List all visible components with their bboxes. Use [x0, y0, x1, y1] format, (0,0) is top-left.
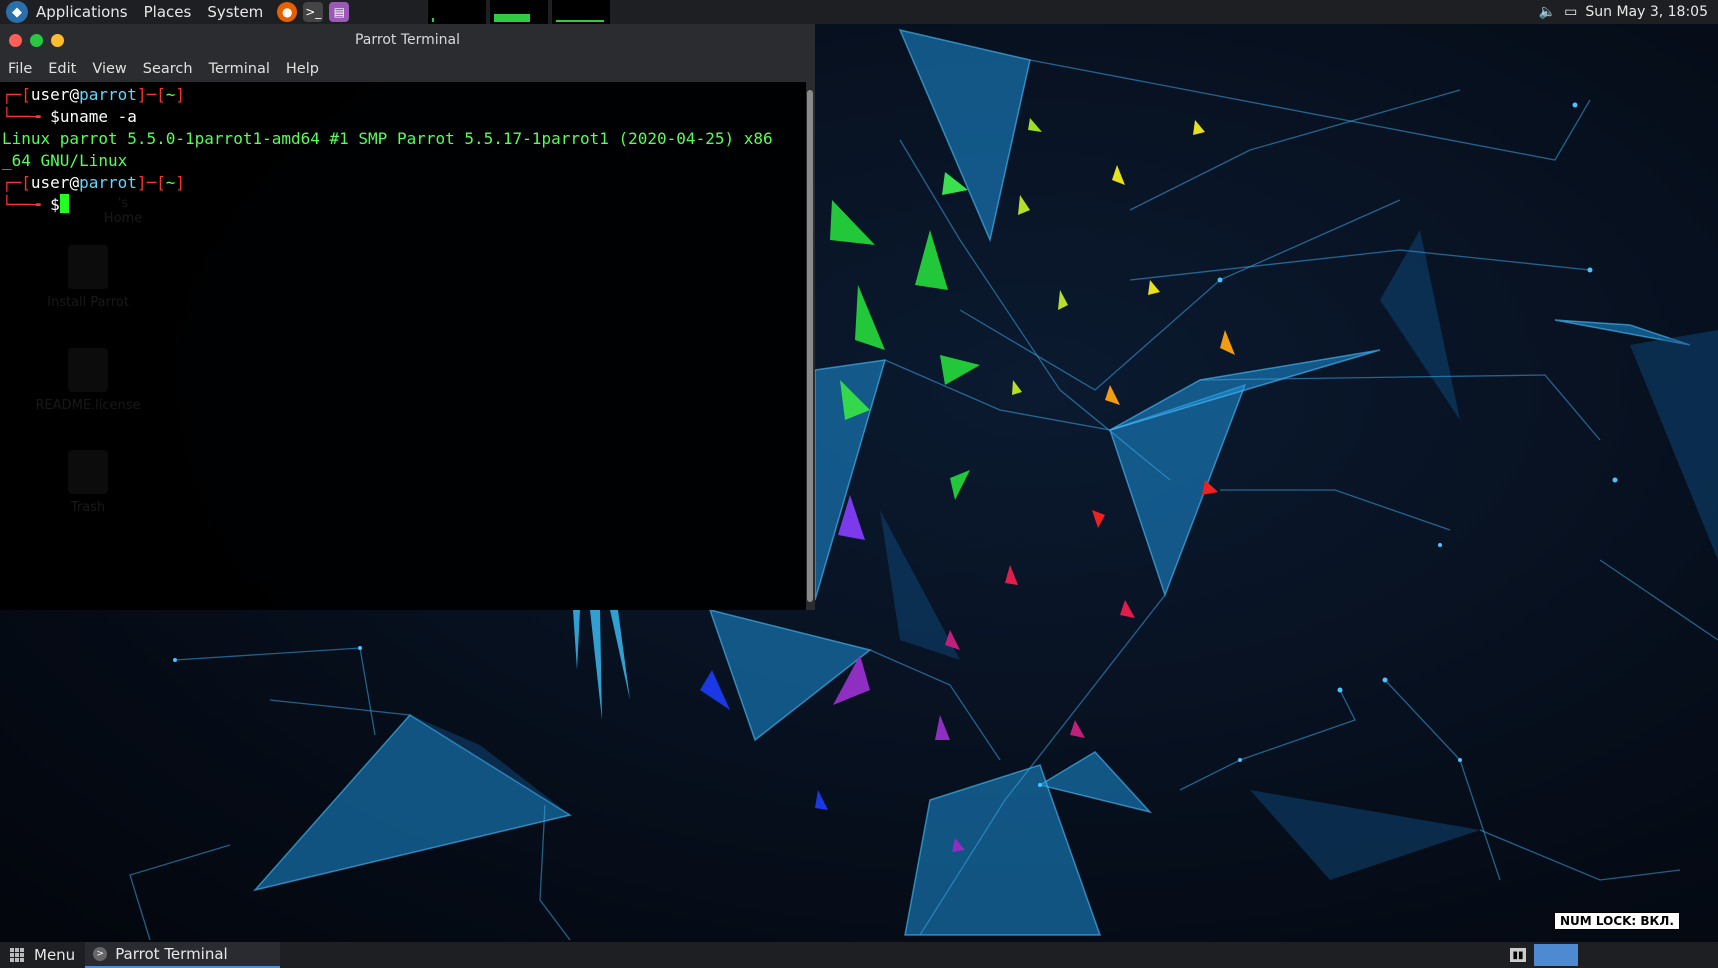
file-icon	[68, 348, 108, 392]
install-parrot-label: Install Parrot	[47, 295, 129, 310]
menu-applications[interactable]: Applications	[28, 0, 136, 24]
terminal-window: Parrot Terminal File Edit View Search Te…	[0, 24, 815, 610]
output-line-1: Linux parrot 5.5.0-1parrot1-amd64 #1 SMP…	[2, 129, 773, 148]
terminal-launcher-icon[interactable]: >_	[303, 2, 324, 22]
terminal-task-icon: >	[93, 947, 108, 961]
menu-label: Menu	[34, 946, 76, 964]
terminal-scrollbar[interactable]	[806, 82, 815, 610]
output-line-2: _64 GNU/Linux	[2, 151, 128, 170]
scrollbar-thumb[interactable]	[807, 90, 813, 602]
menu-edit[interactable]: Edit	[40, 61, 84, 77]
menu-system[interactable]: System	[199, 0, 271, 24]
taskbar-item-terminal[interactable]: > Parrot Terminal	[85, 942, 281, 968]
trash-label: Trash	[70, 500, 106, 515]
menu-view[interactable]: View	[84, 61, 134, 77]
home-label: 's Home	[103, 196, 143, 226]
prompt-line-2: ┌─[user@parrot]─[~]	[2, 173, 186, 192]
grid-icon	[10, 948, 24, 962]
desktop-icon-home[interactable]: 's Home	[28, 196, 148, 226]
terminal-output[interactable]: ┌─[user@parrot]─[~] └──╼ $uname -a Linux…	[0, 82, 815, 612]
menu-places[interactable]: Places	[136, 0, 200, 24]
menu-search[interactable]: Search	[135, 61, 201, 77]
command-text: uname -a	[59, 107, 137, 126]
network-monitor	[551, 0, 610, 24]
notes-launcher-icon[interactable]: ▤	[329, 2, 350, 22]
menu-file[interactable]: File	[0, 61, 40, 77]
keyboard-layout-icon[interactable]: ▮▮	[1510, 948, 1526, 962]
maximize-button[interactable]	[30, 33, 43, 47]
window-title: Parrot Terminal	[354, 32, 461, 48]
volume-icon[interactable]: 🔈	[1539, 4, 1556, 20]
close-button[interactable]	[9, 33, 22, 47]
top-panel: ◆ Applications Places System ● >_ ▤ 🔈 ▭ …	[0, 0, 1718, 24]
main-menu-button[interactable]: Menu	[0, 942, 85, 968]
install-icon	[68, 245, 108, 289]
workspace-switcher[interactable]	[1534, 944, 1578, 966]
clock[interactable]: Sun May 3, 18:05	[1585, 4, 1708, 20]
bottom-panel: Menu > Parrot Terminal ▮▮	[0, 942, 1718, 968]
trash-icon	[68, 450, 108, 494]
desktop-icon-readme[interactable]: README.license	[28, 348, 148, 413]
taskbar-item-label: Parrot Terminal	[115, 945, 228, 963]
prompt-line-1: ┌─[user@parrot]─[~]	[2, 85, 186, 104]
firefox-icon[interactable]: ●	[277, 2, 298, 22]
system-monitor	[427, 0, 613, 24]
menu-terminal[interactable]: Terminal	[201, 61, 278, 77]
parrot-logo-icon[interactable]: ◆	[6, 1, 28, 23]
desktop-icon-install-parrot[interactable]: Install Parrot	[28, 245, 148, 310]
minimize-button[interactable]	[51, 33, 64, 47]
menu-help[interactable]: Help	[278, 61, 327, 77]
desktop-icon-trash[interactable]: Trash	[28, 450, 148, 515]
terminal-menubar: File Edit View Search Terminal Help	[0, 56, 815, 82]
num-lock-indicator: NUM LOCK: ВКЛ.	[1554, 912, 1680, 930]
memory-monitor	[489, 0, 548, 24]
terminal-titlebar[interactable]: Parrot Terminal	[0, 24, 815, 56]
readme-label: README.license	[35, 398, 141, 413]
command-line-1: └──╼ $uname -a	[2, 107, 137, 126]
display-icon[interactable]: ▭	[1564, 4, 1577, 20]
cpu-monitor	[427, 0, 486, 24]
